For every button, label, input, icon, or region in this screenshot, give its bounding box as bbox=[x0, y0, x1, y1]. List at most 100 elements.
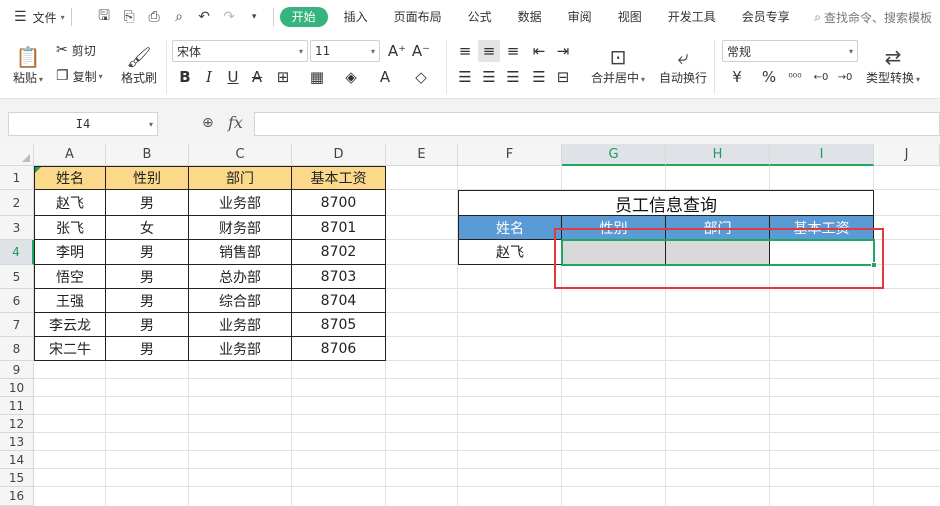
table-cell[interactable]: 男 bbox=[106, 265, 189, 289]
tab-data[interactable]: 数据 bbox=[508, 7, 552, 27]
table-cell[interactable]: 男 bbox=[106, 337, 189, 361]
tab-review[interactable]: 审阅 bbox=[558, 7, 602, 27]
fill-pattern-icon[interactable]: ▦ bbox=[306, 66, 328, 88]
row-header-2[interactable]: 2 bbox=[0, 190, 34, 216]
row-header-5[interactable]: 5 bbox=[0, 265, 34, 289]
column-header-h[interactable]: H bbox=[666, 144, 770, 166]
select-all-corner[interactable] bbox=[0, 144, 34, 166]
row-header-13[interactable]: 13 bbox=[0, 433, 34, 451]
table-cell[interactable]: 男 bbox=[106, 240, 189, 265]
row-header-11[interactable]: 11 bbox=[0, 397, 34, 415]
command-search[interactable]: ⌕ 查找命令、搜索模板 bbox=[814, 9, 932, 26]
print-icon[interactable]: ⎙ bbox=[142, 9, 167, 25]
table-cell[interactable]: 销售部 bbox=[189, 240, 292, 265]
paste-button[interactable]: 📋 粘贴 ▾ bbox=[10, 38, 46, 92]
lookup-header-name[interactable]: 姓名 bbox=[458, 216, 562, 240]
column-header-b[interactable]: B bbox=[106, 144, 189, 166]
underline-icon[interactable]: U bbox=[222, 66, 244, 88]
table-header-name[interactable]: 姓名 bbox=[34, 166, 106, 190]
spreadsheet-grid[interactable]: A B C D E F G H I J 1 2 3 4 5 6 7 8 9 10… bbox=[0, 144, 940, 506]
formula-input[interactable] bbox=[254, 112, 940, 136]
redo-icon[interactable]: ↷ bbox=[217, 9, 242, 25]
lookup-gender-cell[interactable] bbox=[562, 240, 666, 265]
table-cell[interactable]: 8704 bbox=[292, 289, 386, 313]
row-header-9[interactable]: 9 bbox=[0, 361, 34, 379]
column-header-j[interactable]: J bbox=[874, 144, 940, 166]
lookup-dept-cell[interactable] bbox=[666, 240, 770, 265]
table-header-salary[interactable]: 基本工资 bbox=[292, 166, 386, 190]
justify-icon[interactable]: ☰ bbox=[528, 66, 550, 88]
table-cell[interactable]: 张飞 bbox=[34, 216, 106, 240]
table-cell[interactable]: 8703 bbox=[292, 265, 386, 289]
tab-home[interactable]: 开始 bbox=[279, 7, 328, 27]
table-cell[interactable]: 综合部 bbox=[189, 289, 292, 313]
row-header-1[interactable]: 1 bbox=[0, 166, 34, 190]
font-color-icon[interactable]: A bbox=[374, 66, 396, 88]
table-cell[interactable]: 李明 bbox=[34, 240, 106, 265]
column-header-f[interactable]: F bbox=[458, 144, 562, 166]
lookup-title[interactable]: 员工信息查询 bbox=[458, 190, 874, 216]
table-header-dept[interactable]: 部门 bbox=[189, 166, 292, 190]
cut-button[interactable]: ✂ 剪切 bbox=[56, 40, 96, 60]
lookup-salary-cell[interactable] bbox=[770, 240, 874, 265]
table-cell[interactable]: 8706 bbox=[292, 337, 386, 361]
align-top-icon[interactable]: ≡ bbox=[454, 40, 476, 62]
align-left-icon[interactable]: ☰ bbox=[454, 66, 476, 88]
thousands-separator-icon[interactable]: ⁰⁰⁰ bbox=[784, 66, 806, 88]
tab-insert[interactable]: 插入 bbox=[334, 7, 378, 27]
tab-page-layout[interactable]: 页面布局 bbox=[384, 7, 452, 27]
zoom-search-icon[interactable]: ⊕ bbox=[202, 115, 214, 131]
table-cell[interactable]: 男 bbox=[106, 313, 189, 337]
number-format-select[interactable]: 常规 ▾ bbox=[722, 40, 858, 62]
increase-indent-icon[interactable]: ⇥ bbox=[552, 40, 574, 62]
currency-icon[interactable]: ¥ bbox=[726, 66, 748, 88]
borders-icon[interactable]: ⊞ bbox=[272, 66, 294, 88]
insert-function-icon[interactable]: fx bbox=[228, 113, 243, 132]
file-menu[interactable]: ☰ 文件 ▾ bbox=[14, 9, 65, 26]
row-header-12[interactable]: 12 bbox=[0, 415, 34, 433]
table-cell[interactable]: 业务部 bbox=[189, 313, 292, 337]
table-cell[interactable]: 悟空 bbox=[34, 265, 106, 289]
tab-view[interactable]: 视图 bbox=[608, 7, 652, 27]
row-header-16[interactable]: 16 bbox=[0, 487, 34, 506]
tab-member[interactable]: 会员专享 bbox=[732, 7, 800, 27]
fill-color-icon[interactable]: ◈ bbox=[340, 66, 362, 88]
column-header-g[interactable]: G bbox=[562, 144, 666, 166]
format-painter-button[interactable]: 🖌 格式刷 bbox=[118, 38, 160, 92]
table-header-gender[interactable]: 性别 bbox=[106, 166, 189, 190]
tab-developer[interactable]: 开发工具 bbox=[658, 7, 726, 27]
tab-formulas[interactable]: 公式 bbox=[458, 7, 502, 27]
table-cell[interactable]: 8700 bbox=[292, 190, 386, 216]
table-cell[interactable]: 8702 bbox=[292, 240, 386, 265]
lookup-header-gender[interactable]: 性别 bbox=[562, 216, 666, 240]
lookup-header-salary[interactable]: 基本工资 bbox=[770, 216, 874, 240]
column-header-a[interactable]: A bbox=[34, 144, 106, 166]
row-header-3[interactable]: 3 bbox=[0, 216, 34, 240]
align-center-icon[interactable]: ☰ bbox=[478, 66, 500, 88]
table-cell[interactable]: 总办部 bbox=[189, 265, 292, 289]
row-header-7[interactable]: 7 bbox=[0, 313, 34, 337]
percent-icon[interactable]: % bbox=[758, 66, 780, 88]
table-cell[interactable]: 8701 bbox=[292, 216, 386, 240]
column-header-d[interactable]: D bbox=[292, 144, 386, 166]
align-middle-icon[interactable]: ≡ bbox=[478, 40, 500, 62]
table-cell[interactable]: 业务部 bbox=[189, 337, 292, 361]
type-convert-button[interactable]: ⇄ 类型转换 ▾ bbox=[862, 38, 924, 92]
table-cell[interactable]: 女 bbox=[106, 216, 189, 240]
fill-handle[interactable] bbox=[871, 262, 877, 268]
table-cell[interactable]: 财务部 bbox=[189, 216, 292, 240]
clear-format-icon[interactable]: ◇ bbox=[410, 66, 432, 88]
italic-icon[interactable]: I bbox=[198, 66, 220, 88]
font-name-select[interactable]: 宋体 ▾ bbox=[172, 40, 308, 62]
undo-icon[interactable]: ↶ bbox=[192, 9, 217, 25]
increase-decimal-icon[interactable]: ←0 bbox=[810, 66, 832, 88]
row-header-4[interactable]: 4 bbox=[0, 240, 34, 265]
row-header-8[interactable]: 8 bbox=[0, 337, 34, 361]
name-box[interactable]: I4 ▾ bbox=[8, 112, 158, 136]
row-header-15[interactable]: 15 bbox=[0, 469, 34, 487]
row-header-10[interactable]: 10 bbox=[0, 379, 34, 397]
lookup-name-cell[interactable]: 赵飞 bbox=[458, 240, 562, 265]
wrap-text-button[interactable]: ⤶ 自动换行 bbox=[656, 38, 710, 92]
customize-chevron-icon[interactable]: ▾ bbox=[242, 12, 267, 22]
lookup-header-dept[interactable]: 部门 bbox=[666, 216, 770, 240]
